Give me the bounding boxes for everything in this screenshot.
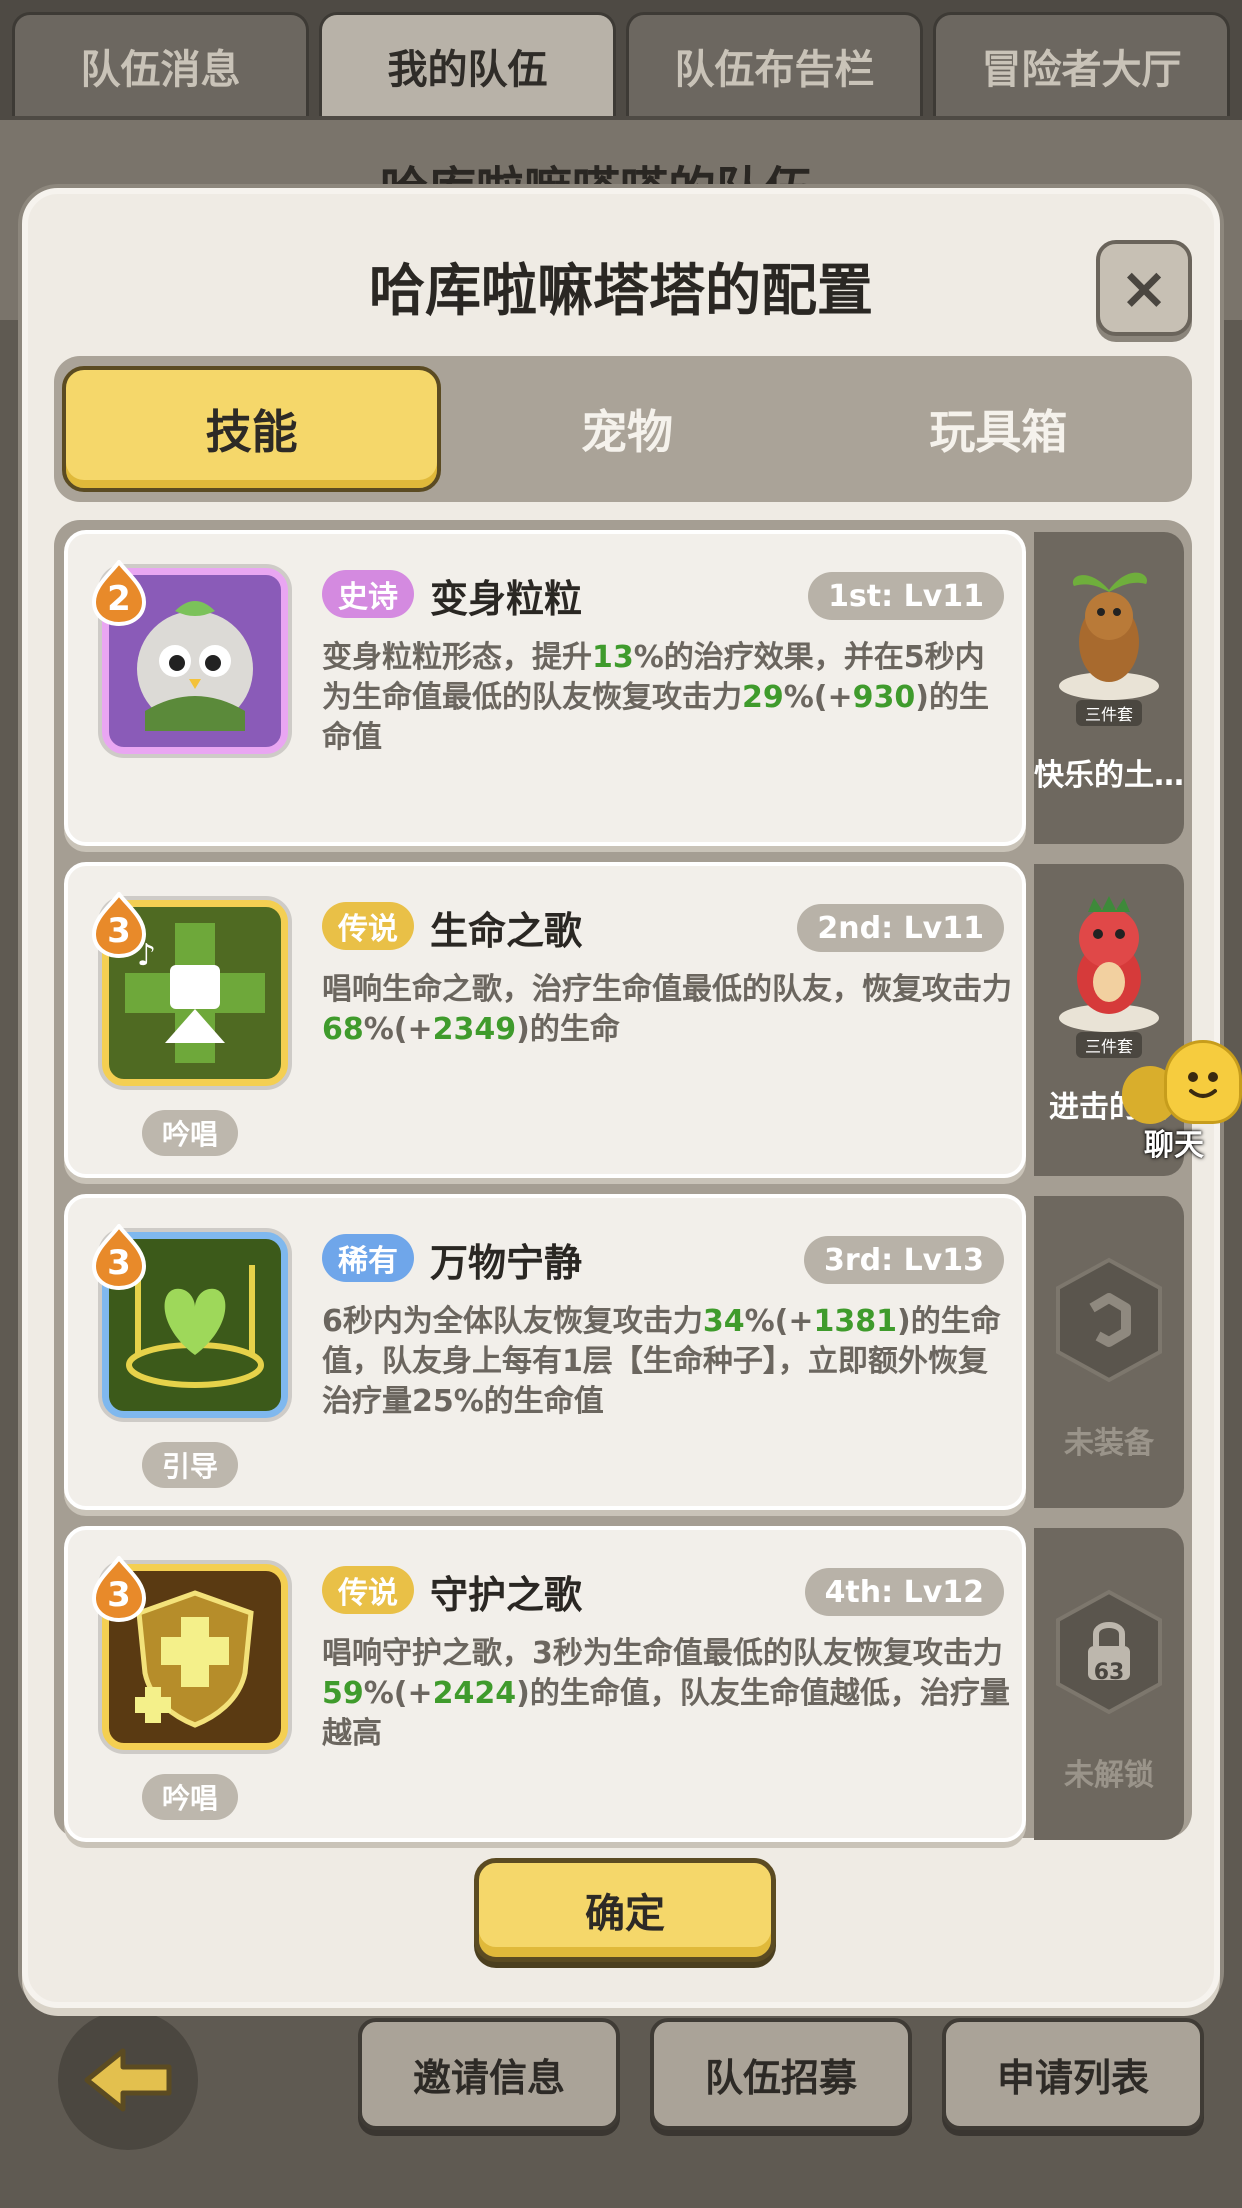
back-button[interactable] bbox=[58, 2010, 198, 2150]
skill-card[interactable]: 3 引导 稀有 万物宁静 3rd: Lv13 6秒内为全体队友恢复攻击力34%(… bbox=[64, 1194, 1026, 1510]
back-arrow-icon bbox=[84, 2048, 172, 2112]
rarity-badge: 传说 bbox=[322, 1566, 414, 1614]
tab-team-messages[interactable]: 队伍消息 bbox=[12, 12, 309, 116]
application-list-button[interactable]: 申请列表 bbox=[942, 2018, 1204, 2130]
chat-label: 聊天 bbox=[1144, 1128, 1204, 1163]
invite-info-button[interactable]: 邀请信息 bbox=[358, 2018, 620, 2130]
config-tab-bar: 技能 宠物 玩具箱 bbox=[54, 356, 1192, 502]
modal-title: 哈库啦嘛塔塔的配置 bbox=[369, 259, 873, 324]
rarity-badge: 史诗 bbox=[322, 570, 414, 618]
rank-badge: 3 bbox=[92, 1556, 146, 1622]
tab-adventurer-hall[interactable]: 冒险者大厅 bbox=[933, 12, 1230, 116]
chat-button[interactable]: 聊天 bbox=[1118, 1040, 1242, 1163]
skill-card[interactable]: 3 吟唱 传说 守护之歌 4th: Lv12 唱响守护之歌，3秒为生命值最低的队… bbox=[64, 1526, 1026, 1842]
mole-toy-icon bbox=[1059, 572, 1159, 700]
toy-slot[interactable]: 三件套 快乐的土… bbox=[1034, 532, 1184, 844]
locked-label: 未解锁 bbox=[1064, 1758, 1154, 1793]
skill-card[interactable]: ♪ 3 吟唱 传说 生命之歌 2nd: Lv11 唱响生命之歌，治疗生命值最低的… bbox=[64, 862, 1026, 1178]
smiley-icon bbox=[1164, 1040, 1242, 1124]
skill-type-tag: 吟唱 bbox=[142, 1774, 238, 1820]
tab-my-team[interactable]: 我的队伍 bbox=[319, 12, 616, 116]
skill-description: 6秒内为全体队友恢复攻击力34%(+1381)的生命值，队友身上每有1层【生命种… bbox=[322, 1304, 1001, 1419]
close-icon: × bbox=[1119, 254, 1169, 322]
skill-name: 万物宁静 bbox=[430, 1241, 583, 1285]
toy-slot-empty[interactable]: 未装备 bbox=[1034, 1196, 1184, 1508]
tab-pets[interactable]: 宠物 bbox=[441, 366, 812, 492]
empty-slot-icon bbox=[1056, 1257, 1162, 1383]
skill-slot-level: 4th: Lv12 bbox=[804, 1568, 1004, 1616]
set-tag: 三件套 bbox=[1076, 700, 1142, 726]
tab-skills[interactable]: 技能 bbox=[62, 366, 442, 492]
skill-description: 唱响守护之歌，3秒为生命值最低的队友恢复攻击力59%(+2424)的生命值，队友… bbox=[322, 1636, 1010, 1751]
rank-badge: 2 bbox=[92, 560, 146, 626]
skill-description: 唱响生命之歌，治疗生命值最低的队友，恢复攻击力68%(+2349)的生命 bbox=[322, 972, 1012, 1047]
rank-badge: 3 bbox=[92, 1224, 146, 1290]
confirm-button[interactable]: 确定 bbox=[474, 1858, 776, 1962]
skill-card[interactable]: 2 史诗 变身粒粒 1st: Lv11 变身粒粒形态，提升13%的治疗效果，并在… bbox=[64, 530, 1026, 846]
skill-type-tag: 吟唱 bbox=[142, 1110, 238, 1156]
skill-name: 守护之歌 bbox=[430, 1573, 583, 1617]
close-button[interactable]: × bbox=[1096, 240, 1192, 336]
skill-name: 变身粒粒 bbox=[430, 577, 583, 621]
rarity-badge: 传说 bbox=[322, 902, 414, 950]
skill-list: 2 史诗 变身粒粒 1st: Lv11 变身粒粒形态，提升13%的治疗效果，并在… bbox=[54, 520, 1192, 1842]
top-tab-bar: 队伍消息 我的队伍 队伍布告栏 冒险者大厅 bbox=[0, 0, 1242, 120]
unequipped-label: 未装备 bbox=[1064, 1426, 1154, 1461]
config-modal: 哈库啦嘛塔塔的配置 × 技能 宠物 玩具箱 2 史诗 变身粒粒 1st: Lv1… bbox=[22, 188, 1220, 2008]
skill-slot-level: 2nd: Lv11 bbox=[797, 904, 1004, 952]
team-recruit-button[interactable]: 队伍招募 bbox=[650, 2018, 912, 2130]
toy-name: 快乐的土… bbox=[1034, 758, 1184, 793]
skill-type-tag: 引导 bbox=[142, 1442, 238, 1488]
red-dino-toy-icon bbox=[1059, 896, 1159, 1032]
skill-slot-level: 1st: Lv11 bbox=[808, 572, 1004, 620]
lock-level: 63 bbox=[1093, 1660, 1125, 1685]
skill-name: 生命之歌 bbox=[430, 909, 583, 953]
skill-slot-level: 3rd: Lv13 bbox=[803, 1236, 1004, 1284]
locked-slot-icon bbox=[1056, 1589, 1162, 1715]
skill-description: 变身粒粒形态，提升13%的治疗效果，并在5秒内为生命值最低的队友恢复攻击力29%… bbox=[322, 640, 989, 755]
rarity-badge: 稀有 bbox=[322, 1234, 414, 1282]
tab-team-board[interactable]: 队伍布告栏 bbox=[626, 12, 923, 116]
toy-slot-locked: 63 未解锁 bbox=[1034, 1528, 1184, 1840]
rank-badge: 3 bbox=[92, 892, 146, 958]
tab-toybox[interactable]: 玩具箱 bbox=[813, 366, 1184, 492]
